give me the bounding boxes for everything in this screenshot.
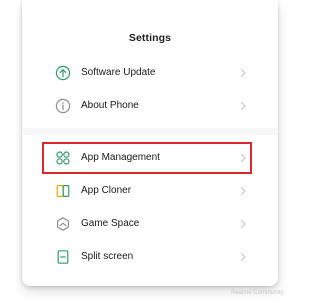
info-icon — [55, 98, 71, 114]
settings-screen: Settings Software Update About Phone App… — [22, 0, 278, 286]
page-title: Settings — [128, 32, 172, 44]
chevron-right-icon — [240, 219, 246, 229]
chevron-right-icon — [240, 186, 246, 196]
settings-item-label: App Cloner — [81, 185, 132, 196]
watermark-text: Realme Community — [231, 290, 284, 296]
settings-item-app-management[interactable]: App Management — [22, 142, 278, 174]
chevron-right-icon — [240, 68, 246, 78]
section-divider — [22, 128, 278, 135]
update-arrow-icon — [55, 65, 71, 81]
settings-item-label: Split screen — [81, 251, 134, 262]
app-grid-icon — [56, 151, 70, 165]
settings-item-split-screen[interactable]: Split screen — [22, 241, 278, 273]
settings-item-label: About Phone — [81, 100, 139, 111]
settings-item-game-space[interactable]: Game Space — [22, 208, 278, 240]
settings-item-label: Game Space — [81, 218, 140, 229]
chevron-right-icon — [240, 101, 246, 111]
chevron-right-icon — [240, 252, 246, 262]
app-cloner-icon — [56, 184, 70, 198]
game-space-icon — [57, 217, 69, 231]
settings-item-label: Software Update — [81, 67, 156, 78]
split-screen-icon — [57, 250, 69, 264]
screenshot-canvas: Settings Software Update About Phone App… — [0, 0, 300, 300]
settings-item-app-cloner[interactable]: App Cloner — [22, 175, 278, 207]
chevron-right-icon — [240, 153, 246, 163]
settings-item-about-phone[interactable]: About Phone — [22, 90, 278, 122]
settings-item-software-update[interactable]: Software Update — [22, 57, 278, 89]
settings-item-label: App Management — [81, 152, 160, 163]
